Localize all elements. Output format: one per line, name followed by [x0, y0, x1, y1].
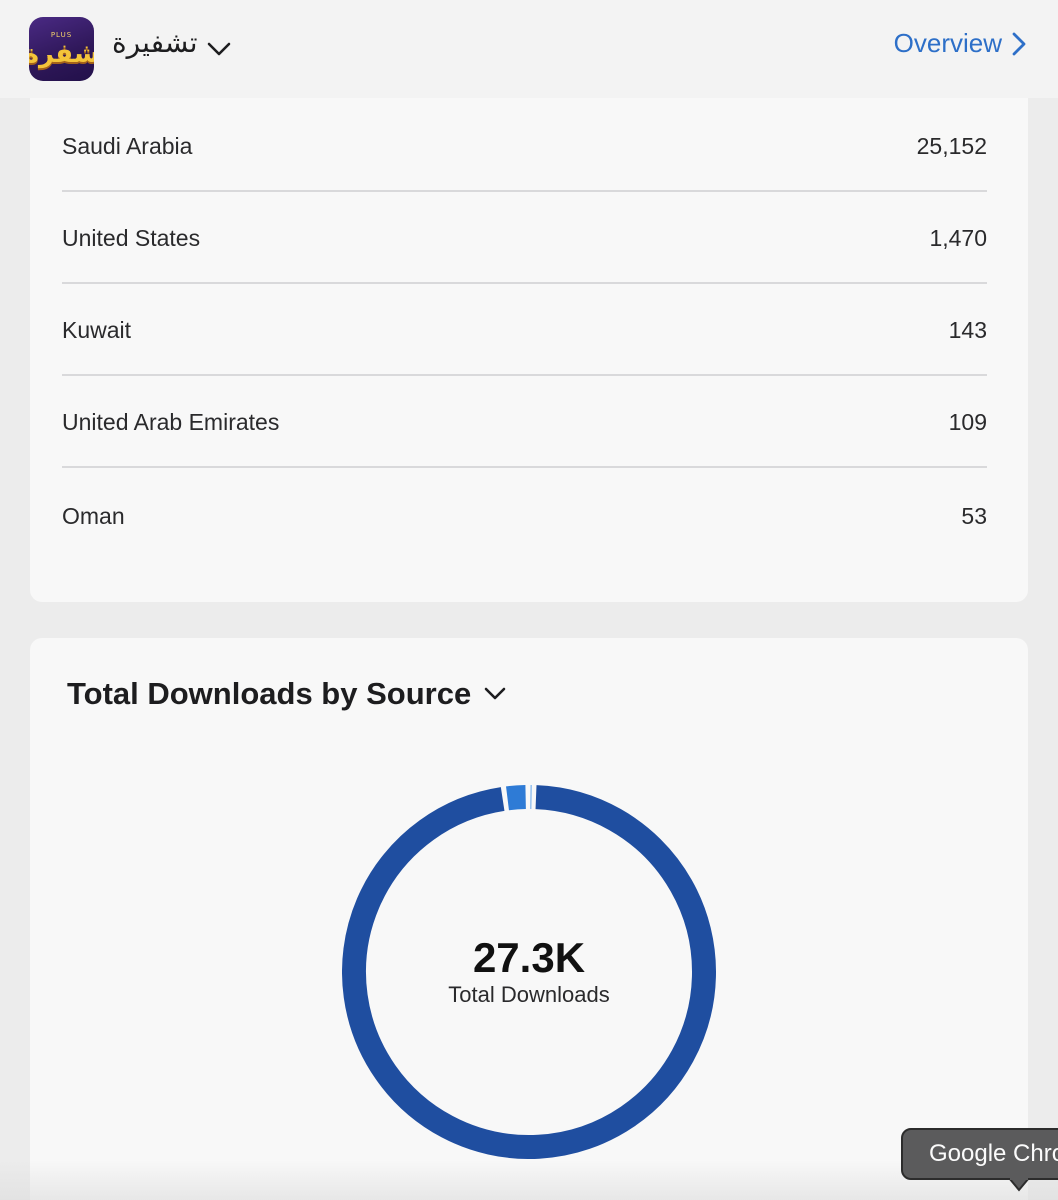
app-icon-label: شفرة — [29, 39, 94, 69]
country-name: United Arab Emirates — [62, 408, 280, 435]
downloads-by-source-card: Total Downloads by Source 27.3K Total Do… — [30, 638, 1028, 1200]
country-value: 1,470 — [929, 224, 987, 251]
donut-chart: 27.3K Total Downloads — [342, 785, 716, 1159]
country-row: Oman 53 — [62, 470, 987, 562]
country-name: Kuwait — [62, 316, 132, 343]
tooltip-tail — [1009, 1178, 1029, 1192]
app-header: PLUS شفرة تشفيرة Overview — [0, 0, 1058, 98]
app-icon[interactable]: PLUS شفرة — [29, 17, 94, 81]
country-value: 143 — [948, 316, 987, 343]
downloads-by-source-dropdown[interactable]: Total Downloads by Source — [67, 676, 507, 712]
donut-center: 27.3K Total Downloads — [342, 785, 716, 1159]
country-value: 25,152 — [916, 132, 987, 159]
country-row: United States 1,470 — [62, 192, 987, 284]
country-row: Kuwait 143 — [62, 284, 987, 376]
app-name[interactable]: تشفيرة — [112, 26, 198, 59]
total-downloads-value: 27.3K — [472, 933, 586, 981]
app-icon-sub: PLUS — [50, 31, 73, 39]
country-name: United States — [62, 224, 201, 251]
dock-tooltip: Google Chrome — [901, 1128, 1058, 1180]
chevron-right-icon — [1012, 32, 1026, 55]
chevron-down-icon[interactable] — [206, 40, 232, 58]
country-value: 109 — [948, 408, 987, 435]
country-row: United Arab Emirates 109 — [62, 376, 987, 468]
downloads-by-country-card: Saudi Arabia 25,152 United States 1,470 … — [30, 40, 1028, 602]
row-divider — [62, 466, 987, 468]
country-row: Saudi Arabia 25,152 — [62, 100, 987, 192]
country-name: Saudi Arabia — [62, 132, 193, 159]
card-title: Total Downloads by Source — [67, 676, 472, 711]
overview-link[interactable]: Overview — [894, 28, 1026, 59]
overview-label: Overview — [893, 28, 1002, 58]
chevron-down-icon — [484, 687, 506, 700]
country-name: Oman — [62, 502, 125, 529]
total-downloads-label: Total Downloads — [448, 982, 610, 1008]
app-analytics-page: PLUS شفرة تشفيرة Overview Saudi Arabia 2… — [0, 0, 1058, 1200]
tooltip-text: Google Chrome — [929, 1140, 1058, 1167]
country-value: 53 — [961, 502, 987, 529]
